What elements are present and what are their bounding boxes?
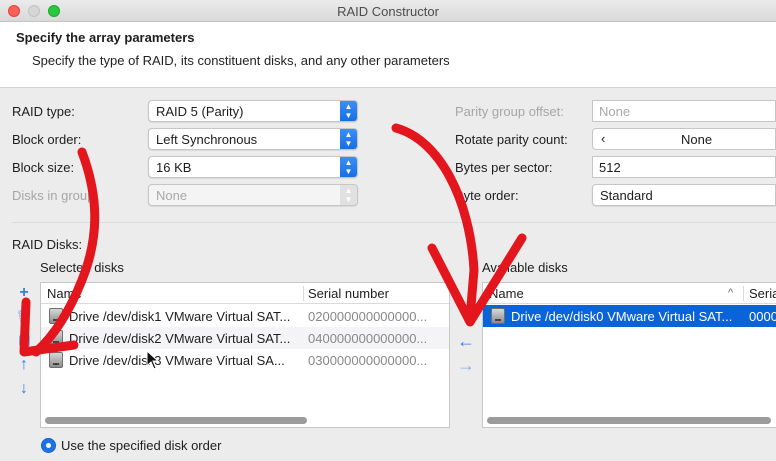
chevron-updown-icon: ▲ ▼	[340, 157, 357, 177]
disk-name: Drive /dev/disk0 VMware Virtual SAT...	[511, 309, 733, 324]
disk-serial: 030000000000000...	[308, 353, 428, 368]
window-title: RAID Constructor	[337, 4, 439, 19]
bytes-per-sector-label: Bytes per sector:	[455, 160, 553, 175]
block-order-value: Left Synchronous	[156, 132, 258, 147]
disk-name: Drive /dev/disk3 VMware Virtual SA...	[69, 353, 285, 368]
disk-order-label: Use the specified disk order	[61, 438, 222, 453]
arrow-right-icon: →	[457, 355, 475, 375]
table-row[interactable]: Drive /dev/disk0 VMware Virtual SAT... 0…	[483, 305, 776, 327]
selected-disks-label: Selected disks	[40, 260, 124, 275]
arrow-up-icon: ↑	[20, 356, 28, 373]
hard-drive-icon	[49, 330, 63, 346]
available-disks-table[interactable]: Name ^ Seria Drive /dev/disk0 VMware Vir…	[482, 282, 776, 428]
raid-type-label: RAID type:	[12, 104, 75, 119]
chevron-left-icon[interactable]: ‹	[601, 131, 605, 146]
table-header: Name ^ Seria	[483, 283, 776, 304]
wizard-header: Specify the array parameters Specify the…	[0, 22, 776, 88]
arrow-down-icon: ↓	[20, 380, 28, 397]
rotate-parity-count-value: None	[681, 132, 713, 147]
section-divider	[12, 222, 776, 223]
move-down-button[interactable]: ↓	[15, 380, 33, 398]
move-to-selected-button[interactable]: ←	[457, 332, 475, 350]
disk-name: Drive /dev/disk2 VMware Virtual SAT...	[69, 331, 291, 346]
byte-order-value: Standard	[600, 188, 653, 203]
bytes-per-sector-field[interactable]: 512	[592, 156, 776, 178]
parity-group-offset-label: Parity group offset:	[455, 104, 564, 119]
available-disks-label: Available disks	[482, 260, 568, 275]
page-title: Specify the array parameters	[16, 30, 195, 45]
move-to-available-button[interactable]: →	[457, 356, 475, 374]
disk-info-button[interactable]	[15, 332, 33, 350]
sort-chevron-icon: ^	[728, 287, 734, 299]
add-disk-button[interactable]: +	[15, 284, 33, 302]
disks-in-group-value: None	[156, 188, 188, 203]
table-header: Name Serial number	[41, 283, 449, 304]
bytes-per-sector-value: 512	[599, 160, 621, 175]
chevron-updown-icon: ▲ ▼	[340, 129, 357, 149]
trash-icon: 🗑	[15, 309, 33, 324]
column-divider	[303, 286, 304, 301]
parity-group-offset-field[interactable]: None	[592, 100, 776, 122]
move-up-button[interactable]: ↑	[15, 356, 33, 374]
disks-in-group-select[interactable]: None ▲ ▼	[148, 184, 358, 206]
plus-icon: +	[19, 284, 29, 301]
disk-order-radio[interactable]	[41, 438, 56, 453]
disks-in-group-label: Disks in group:	[12, 188, 98, 203]
column-name-header[interactable]: Name	[47, 286, 82, 301]
raid-disks-label: RAID Disks:	[12, 237, 83, 252]
rotate-parity-count-label: Rotate parity count:	[455, 132, 568, 147]
block-size-label: Block size:	[12, 160, 75, 175]
selected-disks-table[interactable]: Name Serial number Drive /dev/disk1 VMwa…	[40, 282, 450, 428]
raid-type-value: RAID 5 (Parity)	[156, 104, 244, 119]
column-divider	[743, 286, 744, 301]
raid-type-select[interactable]: RAID 5 (Parity) ▲ ▼	[148, 100, 358, 122]
column-serial-header[interactable]: Serial number	[308, 286, 389, 301]
byte-order-select[interactable]: Standard	[592, 184, 776, 206]
chevron-updown-icon: ▲ ▼	[340, 101, 357, 121]
block-order-label: Block order:	[12, 132, 82, 147]
block-size-value: 16 KB	[156, 160, 192, 175]
byte-order-label: Byte order:	[455, 188, 519, 203]
block-order-select[interactable]: Left Synchronous ▲ ▼	[148, 128, 358, 150]
table-row[interactable]: Drive /dev/disk2 VMware Virtual SAT... 0…	[41, 327, 449, 349]
chevron-updown-icon: ▲ ▼	[340, 185, 357, 205]
disk-serial: 020000000000000...	[308, 309, 428, 324]
disk-name: Drive /dev/disk1 VMware Virtual SAT...	[69, 309, 291, 324]
hard-drive-icon	[49, 308, 63, 324]
parity-group-offset-value: None	[599, 104, 631, 119]
disk-serial: 0000	[749, 309, 776, 324]
hard-drive-icon	[49, 352, 63, 368]
title-bar: RAID Constructor	[0, 0, 776, 22]
table-row[interactable]: Drive /dev/disk3 VMware Virtual SA... 03…	[41, 349, 449, 371]
disk-serial: 040000000000000...	[308, 331, 428, 346]
rotate-parity-count-stepper[interactable]: ‹ None	[592, 128, 776, 150]
page-subtitle: Specify the type of RAID, its constituen…	[32, 53, 450, 68]
column-name-header[interactable]: Name	[489, 286, 524, 301]
hard-drive-icon	[491, 308, 505, 324]
table-row[interactable]: Drive /dev/disk1 VMware Virtual SAT... 0…	[41, 305, 449, 327]
delete-disk-button[interactable]: 🗑	[15, 308, 33, 326]
document-icon	[18, 335, 30, 346]
horizontal-scrollbar[interactable]	[487, 417, 771, 424]
column-serial-header[interactable]: Seria	[749, 286, 776, 301]
horizontal-scrollbar[interactable]	[45, 417, 307, 424]
arrow-left-icon: ←	[457, 331, 475, 351]
block-size-select[interactable]: 16 KB ▲ ▼	[148, 156, 358, 178]
